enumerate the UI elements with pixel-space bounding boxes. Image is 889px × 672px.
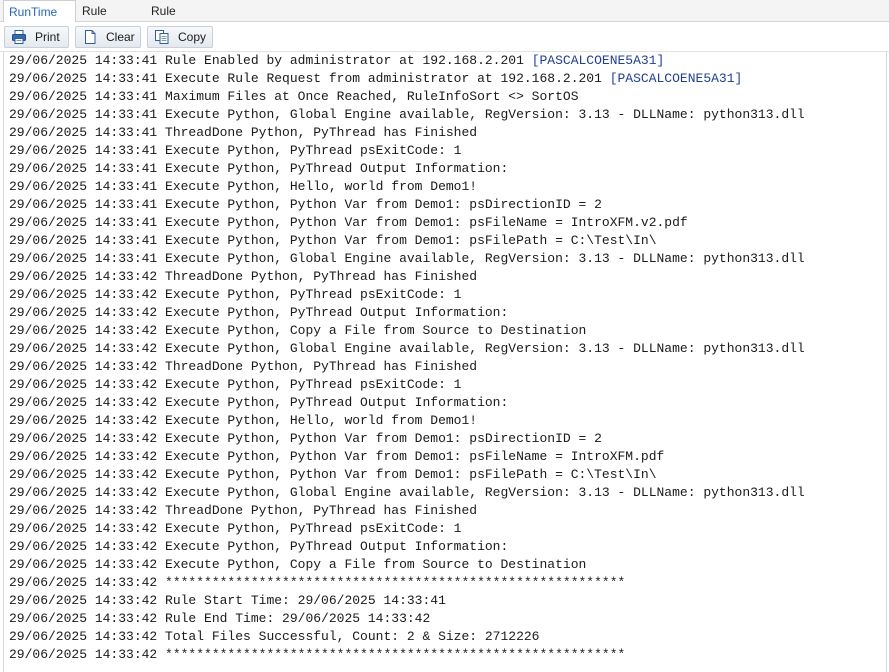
log-line: 29/06/2025 14:33:42 Rule Start Time: 29/… bbox=[9, 592, 446, 610]
log-line-text: 29/06/2025 14:33:42 Execute Python, PyTh… bbox=[9, 287, 462, 302]
log-line: 29/06/2025 14:33:42 Execute Python, PyTh… bbox=[9, 538, 508, 556]
log-line-text: 29/06/2025 14:33:41 Execute Python, PyTh… bbox=[9, 161, 509, 176]
log-line: 29/06/2025 14:33:42 Execute Python, Pyth… bbox=[9, 466, 657, 484]
log-line-text: 29/06/2025 14:33:42 Execute Python, Glob… bbox=[9, 341, 805, 356]
log-line-text: 29/06/2025 14:33:42 Execute Python, PyTh… bbox=[9, 305, 509, 320]
log-line: 29/06/2025 14:33:42 ThreadDone Python, P… bbox=[9, 268, 477, 286]
toolbar: Print Clear Copy bbox=[0, 22, 889, 52]
print-label: Print bbox=[35, 30, 60, 44]
log-line-text: 29/06/2025 14:33:42 Execute Python, Copy… bbox=[9, 557, 587, 572]
log-line: 29/06/2025 14:33:42 Execute Python, PyTh… bbox=[9, 394, 508, 412]
log-line: 29/06/2025 14:33:41 ThreadDone Python, P… bbox=[9, 124, 477, 142]
log-line-text: 29/06/2025 14:33:41 Rule Enabled by admi… bbox=[9, 53, 532, 68]
log-line: 29/06/2025 14:33:42 Execute Python, Pyth… bbox=[9, 448, 664, 466]
log-line-text: 29/06/2025 14:33:42 Execute Python, Hell… bbox=[9, 413, 478, 428]
runtime-log-panel[interactable]: 29/06/2025 14:33:41 Rule Enabled by admi… bbox=[3, 52, 887, 672]
log-line: 29/06/2025 14:33:42 ********************… bbox=[9, 646, 625, 664]
log-line: 29/06/2025 14:33:41 Execute Python, Pyth… bbox=[9, 196, 602, 214]
log-line-text: 29/06/2025 14:33:41 ThreadDone Python, P… bbox=[9, 125, 478, 140]
log-line-text: 29/06/2025 14:33:42 Execute Python, Copy… bbox=[9, 323, 587, 338]
log-line: 29/06/2025 14:33:42 Execute Python, Copy… bbox=[9, 322, 586, 340]
log-line: 29/06/2025 14:33:41 Execute Python, PyTh… bbox=[9, 142, 461, 160]
log-line-text: 29/06/2025 14:33:41 Execute Rule Request… bbox=[9, 71, 610, 86]
log-line-text: 29/06/2025 14:33:42 Execute Python, Pyth… bbox=[9, 449, 665, 464]
tab-rule-report[interactable]: Rule Report bbox=[77, 0, 146, 40]
tab-runtime-log[interactable]: RunTime Log bbox=[3, 0, 76, 41]
log-line-text: 29/06/2025 14:33:41 Execute Python, Pyth… bbox=[9, 233, 657, 248]
log-line-text: 29/06/2025 14:33:42 ********************… bbox=[9, 647, 626, 662]
log-line-text: 29/06/2025 14:33:42 Execute Python, PyTh… bbox=[9, 395, 509, 410]
tab-rule-info[interactable]: Rule Info bbox=[146, 0, 202, 40]
log-line: 29/06/2025 14:33:41 Execute Python, PyTh… bbox=[9, 160, 508, 178]
clear-label: Clear bbox=[106, 30, 135, 44]
log-line-text: 29/06/2025 14:33:41 Execute Python, PyTh… bbox=[9, 143, 462, 158]
log-line-text: 29/06/2025 14:33:42 ThreadDone Python, P… bbox=[9, 359, 478, 374]
log-line-text: 29/06/2025 14:33:42 Execute Python, Glob… bbox=[9, 485, 805, 500]
log-line: 29/06/2025 14:33:42 ThreadDone Python, P… bbox=[9, 358, 477, 376]
log-line: 29/06/2025 14:33:41 Execute Rule Request… bbox=[9, 70, 742, 88]
blank-page-icon bbox=[85, 30, 96, 44]
log-line-text: 29/06/2025 14:33:41 Execute Python, Pyth… bbox=[9, 197, 602, 212]
log-line-text: 29/06/2025 14:33:42 ThreadDone Python, P… bbox=[9, 503, 478, 518]
log-line: 29/06/2025 14:33:42 Execute Python, Hell… bbox=[9, 412, 477, 430]
log-line-text: 29/06/2025 14:33:42 Execute Python, PyTh… bbox=[9, 539, 509, 554]
printer-icon bbox=[12, 30, 26, 44]
log-line-text: 29/06/2025 14:33:42 Rule End Time: 29/06… bbox=[9, 611, 431, 626]
log-line-text: 29/06/2025 14:33:41 Maximum Files at Onc… bbox=[9, 89, 579, 104]
log-line: 29/06/2025 14:33:41 Execute Python, Glob… bbox=[9, 250, 805, 268]
log-line-text: 29/06/2025 14:33:41 Execute Python, Glob… bbox=[9, 251, 805, 266]
log-line: 29/06/2025 14:33:42 ThreadDone Python, P… bbox=[9, 502, 477, 520]
log-line-text: 29/06/2025 14:33:42 ThreadDone Python, P… bbox=[9, 269, 478, 284]
log-line: 29/06/2025 14:33:42 Execute Python, Pyth… bbox=[9, 430, 602, 448]
log-line: 29/06/2025 14:33:42 ********************… bbox=[9, 574, 625, 592]
log-line-host-tag: [PASCALCOENE5A31] bbox=[531, 53, 665, 68]
log-line: 29/06/2025 14:33:42 Execute Python, PyTh… bbox=[9, 286, 461, 304]
log-line-text: 29/06/2025 14:33:41 Execute Python, Glob… bbox=[9, 107, 805, 122]
log-line: 29/06/2025 14:33:42 Execute Python, PyTh… bbox=[9, 520, 461, 538]
log-line: 29/06/2025 14:33:41 Execute Python, Hell… bbox=[9, 178, 477, 196]
log-line: 29/06/2025 14:33:41 Execute Python, Pyth… bbox=[9, 214, 688, 232]
log-line: 29/06/2025 14:33:41 Execute Python, Glob… bbox=[9, 106, 805, 124]
log-line-text: 29/06/2025 14:33:42 Execute Python, Pyth… bbox=[9, 431, 602, 446]
clear-button[interactable]: Clear bbox=[75, 26, 141, 48]
log-line: 29/06/2025 14:33:42 Total Files Successf… bbox=[9, 628, 540, 646]
log-line: 29/06/2025 14:33:42 Rule End Time: 29/06… bbox=[9, 610, 430, 628]
copy-button[interactable]: Copy bbox=[147, 26, 213, 48]
log-line: 29/06/2025 14:33:42 Execute Python, PyTh… bbox=[9, 376, 461, 394]
log-line: 29/06/2025 14:33:41 Rule Enabled by admi… bbox=[9, 52, 664, 70]
log-line-text: 29/06/2025 14:33:42 Total Files Successf… bbox=[9, 629, 540, 644]
log-line-text: 29/06/2025 14:33:42 ********************… bbox=[9, 575, 626, 590]
log-line: 29/06/2025 14:33:42 Execute Python, Copy… bbox=[9, 556, 586, 574]
copy-pages-icon bbox=[155, 30, 169, 44]
log-line-host-tag: [PASCALCOENE5A31] bbox=[609, 71, 743, 86]
log-line: 29/06/2025 14:33:41 Execute Python, Pyth… bbox=[9, 232, 657, 250]
log-line-text: 29/06/2025 14:33:42 Execute Python, Pyth… bbox=[9, 467, 657, 482]
log-line: 29/06/2025 14:33:41 Maximum Files at Onc… bbox=[9, 88, 579, 106]
print-button[interactable]: Print bbox=[4, 26, 69, 48]
log-line-text: 29/06/2025 14:33:42 Execute Python, PyTh… bbox=[9, 521, 462, 536]
log-line-text: 29/06/2025 14:33:42 Rule Start Time: 29/… bbox=[9, 593, 446, 608]
log-line: 29/06/2025 14:33:42 Execute Python, Glob… bbox=[9, 340, 805, 358]
copy-label: Copy bbox=[178, 30, 207, 44]
log-line: 29/06/2025 14:33:42 Execute Python, Glob… bbox=[9, 484, 805, 502]
log-line-text: 29/06/2025 14:33:41 Execute Python, Pyth… bbox=[9, 215, 688, 230]
log-line-text: 29/06/2025 14:33:41 Execute Python, Hell… bbox=[9, 179, 478, 194]
log-line: 29/06/2025 14:33:42 Execute Python, PyTh… bbox=[9, 304, 508, 322]
tab-bar: RunTime Log Rule Report Rule Info bbox=[0, 0, 889, 41]
log-line-text: 29/06/2025 14:33:42 Execute Python, PyTh… bbox=[9, 377, 462, 392]
